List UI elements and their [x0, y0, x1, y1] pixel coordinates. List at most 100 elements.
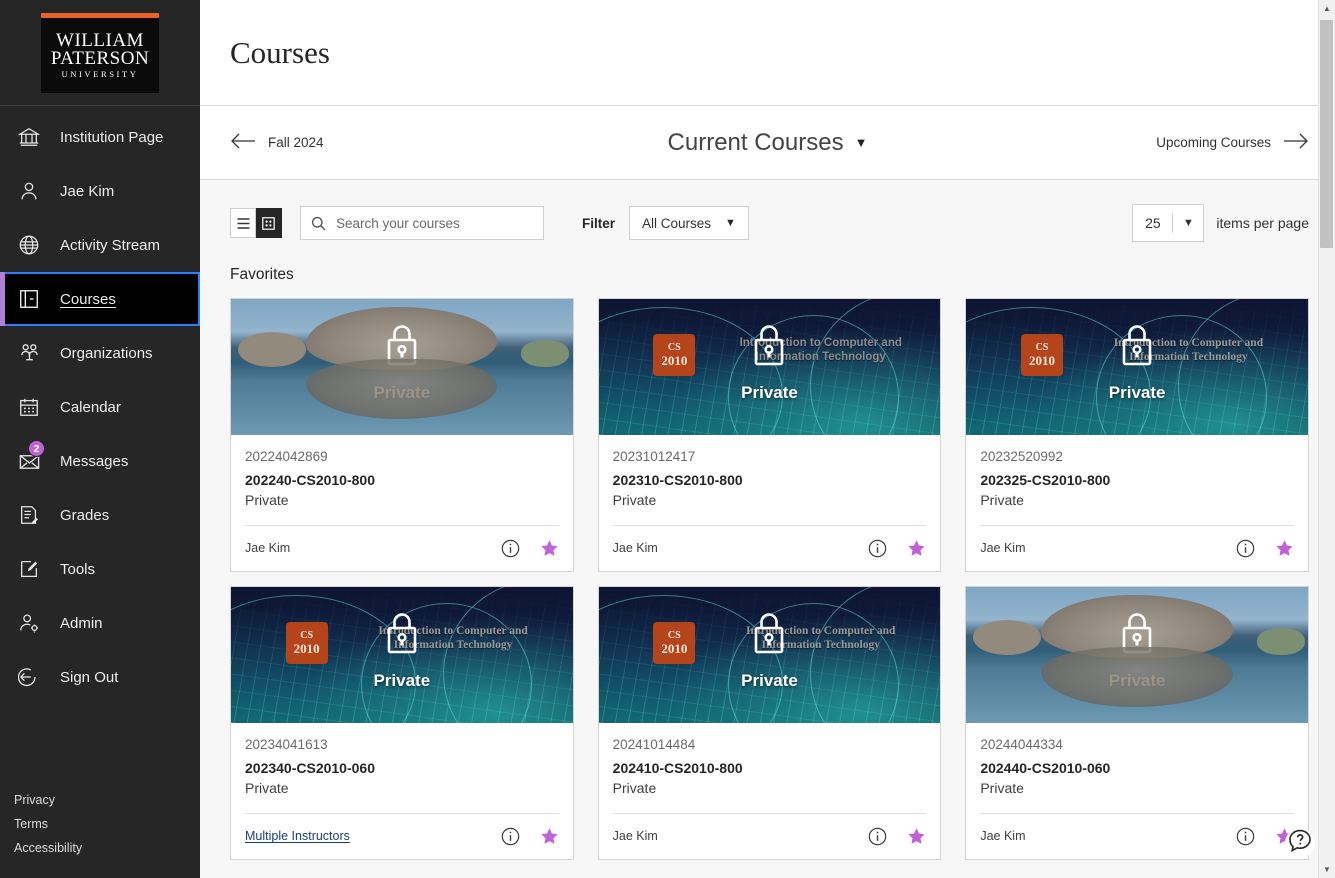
course-id: 20241014484	[612, 736, 696, 752]
banner-course-title: Introduction to Computer and Information…	[746, 624, 896, 651]
course-info-icon[interactable]	[1236, 827, 1255, 846]
sign-out-icon	[14, 662, 44, 692]
tools-icon	[14, 554, 44, 584]
sidebar-item-label: Institution Page	[60, 128, 164, 146]
grades-icon	[14, 500, 44, 530]
list-view-button[interactable]	[230, 208, 256, 238]
messages-unread-badge: 2	[28, 440, 45, 457]
course-card[interactable]: Private 20224042869 202240-CS2010-800 Priva…	[230, 298, 574, 572]
privacy-link[interactable]: Privacy	[14, 788, 200, 812]
filter-select[interactable]: All Courses ▼	[629, 206, 749, 240]
course-card[interactable]: CS 2010 Introduction to Computer and Infor…	[597, 585, 942, 860]
course-privacy-overlay-label: Private	[1108, 671, 1166, 691]
course-banner[interactable]: CS 2010 Introduction to Computer and Infor…	[598, 299, 941, 435]
sidebar-item-organizations[interactable]: Organizations	[0, 326, 200, 380]
course-info-icon[interactable]	[868, 539, 887, 558]
course-banner[interactable]: CS 2010 Introduction to Computer and Infor…	[231, 586, 573, 723]
filter-selected-value: All Courses	[642, 215, 712, 231]
scrollbar-thumb[interactable]	[1320, 20, 1333, 248]
scroll-down-arrow[interactable]: ▼	[1319, 861, 1335, 878]
course-banner[interactable]: CS 2010 Introduction to Computer and Infor…	[966, 299, 1308, 435]
course-card[interactable]: CS 2010 Introduction to Computer and Infor…	[230, 585, 574, 860]
grid-view-button[interactable]	[256, 208, 282, 238]
course-id: 20232520992	[980, 449, 1063, 464]
items-per-page-value: 25	[1145, 215, 1161, 231]
lock-icon	[382, 611, 422, 660]
course-instructor: Jae Kim	[980, 541, 1026, 556]
course-name[interactable]: 202240-CS2010-800	[245, 471, 559, 490]
current-term-selector[interactable]: Current Courses ▼	[668, 129, 868, 157]
course-availability: Private	[980, 779, 1024, 796]
course-info-icon[interactable]	[1236, 539, 1255, 558]
courses-grid: Private 20224042869 202240-CS2010-800 Priva…	[230, 298, 1309, 860]
sidebar-item-sign-out[interactable]: Sign Out	[0, 650, 200, 704]
favorites-heading: Favorites	[230, 266, 294, 283]
sidebar-item-courses[interactable]: Courses	[0, 272, 200, 326]
banner-course-title: Introduction to Computer and Information…	[1113, 336, 1264, 364]
favorite-star-icon[interactable]	[907, 827, 926, 846]
course-card-body: 20231012417 202310-CS2010-800 Private	[599, 435, 941, 511]
course-code-badge: CS 2010	[653, 622, 696, 665]
course-card-footer: Jae Kim	[980, 812, 1294, 859]
course-info-icon[interactable]	[501, 827, 520, 846]
course-card[interactable]: CS 2010 Introduction to Computer and Infor…	[597, 298, 942, 572]
items-per-page-select[interactable]: 25 ▼	[1132, 204, 1205, 242]
course-card-body: 20244044334 202440-CS2010-060 Private	[966, 723, 1308, 799]
course-name[interactable]: 202340-CS2010-060	[245, 759, 559, 778]
favorite-star-icon[interactable]	[907, 539, 926, 558]
filter-label: Filter	[582, 215, 616, 231]
chevron-down-icon: ▼	[1182, 217, 1194, 229]
page-header: Courses	[200, 0, 1335, 106]
course-instructor[interactable]: Multiple Instructors	[245, 829, 350, 843]
messages-icon: 2	[14, 440, 45, 476]
banner-course-title: Introduction to Computer and Information…	[739, 336, 902, 364]
course-card[interactable]: CS 2010 Introduction to Computer and Infor…	[965, 298, 1309, 572]
course-card-footer: Jae Kim	[612, 812, 927, 859]
search-courses-box[interactable]	[300, 206, 544, 240]
search-icon	[311, 216, 326, 231]
course-name[interactable]: 202440-CS2010-060	[980, 759, 1294, 778]
favorite-star-icon[interactable]	[540, 539, 559, 558]
course-name[interactable]: 202310-CS2010-800	[613, 471, 927, 490]
sidebar-item-profile[interactable]: Jae Kim	[0, 164, 200, 218]
course-name[interactable]: 202325-CS2010-800	[980, 471, 1294, 490]
sidebar-item-admin[interactable]: Admin	[0, 596, 200, 650]
course-name[interactable]: 202410-CS2010-800	[613, 759, 927, 778]
sidebar-item-institution-page[interactable]: Institution Page	[0, 110, 200, 164]
sidebar-item-label: Jae Kim	[60, 182, 115, 200]
institution-logo[interactable]: WILLIAM PATERSON UNIVERSITY	[0, 0, 200, 106]
organizations-icon	[14, 338, 44, 368]
lock-icon	[749, 323, 789, 372]
sidebar-item-grades[interactable]: Grades	[0, 488, 200, 542]
terms-link[interactable]: Terms	[14, 812, 200, 836]
previous-term-button[interactable]: Fall 2024	[230, 132, 324, 153]
course-card[interactable]: Private 20244044334 202440-CS2010-060 Priva…	[965, 585, 1309, 860]
search-input[interactable]	[336, 215, 533, 231]
scroll-up-arrow[interactable]: ▲	[1319, 0, 1335, 17]
arrow-right-icon	[1283, 132, 1309, 153]
help-question-icon	[1287, 828, 1313, 859]
course-banner[interactable]: Private	[966, 586, 1308, 723]
accessibility-link[interactable]: Accessibility	[14, 836, 200, 860]
next-term-button[interactable]: Upcoming Courses	[1156, 132, 1309, 153]
items-per-page-label: items per page	[1216, 215, 1309, 231]
course-availability: Private	[245, 491, 289, 508]
main-content: Courses Fall 2024 Current Courses ▼ Upco…	[200, 0, 1335, 878]
course-banner[interactable]: CS 2010 Introduction to Computer and Infor…	[598, 586, 941, 723]
sidebar: WILLIAM PATERSON UNIVERSITY Institution …	[0, 0, 200, 878]
logo-line-2: PATERSON	[50, 48, 150, 70]
course-info-icon[interactable]	[868, 827, 887, 846]
sidebar-item-tools[interactable]: Tools	[0, 542, 200, 596]
sidebar-item-activity-stream[interactable]: Activity Stream	[0, 218, 200, 272]
course-info-icon[interactable]	[501, 539, 520, 558]
sidebar-item-messages[interactable]: 2 Messages	[0, 434, 200, 488]
page-scrollbar[interactable]: ▲ ▼	[1318, 0, 1335, 878]
sidebar-item-calendar[interactable]: Calendar	[0, 380, 200, 434]
course-code-badge: CS 2010	[1020, 334, 1063, 377]
favorite-star-icon[interactable]	[540, 827, 559, 846]
favorite-star-icon[interactable]	[1275, 539, 1294, 558]
course-banner[interactable]: Private	[231, 299, 573, 435]
help-button[interactable]	[1285, 828, 1315, 858]
course-card-actions	[501, 539, 559, 558]
course-privacy-overlay-label: Private	[1108, 383, 1166, 403]
